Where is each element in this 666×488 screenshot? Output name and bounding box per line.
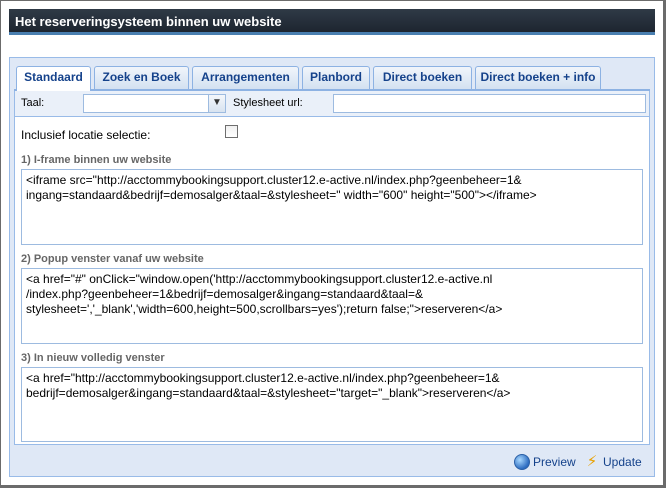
section-title-iframe: 1) I-frame binnen uw website xyxy=(21,154,172,166)
tab-planbord[interactable]: Planbord xyxy=(302,66,370,89)
tab-strip: Standaard Zoek en Boek Arrangementen Pla… xyxy=(10,58,654,91)
locatie-checkbox[interactable] xyxy=(225,125,238,138)
chevron-down-icon[interactable]: ▼ xyxy=(208,95,225,112)
section-title-popup: 2) Popup venster vanaf uw website xyxy=(21,253,204,265)
tab-zoek-en-boek[interactable]: Zoek en Boek xyxy=(94,66,189,89)
tab-content: Taal: ▼ Stylesheet url: Inclusief locati… xyxy=(14,91,650,445)
stylesheet-url-input[interactable] xyxy=(333,94,646,113)
tab-standaard[interactable]: Standaard xyxy=(16,66,91,91)
tab-direct-boeken-info[interactable]: Direct boeken + info xyxy=(475,66,601,89)
taal-select[interactable]: ▼ xyxy=(83,94,226,113)
embed-code-panel: Standaard Zoek en Boek Arrangementen Pla… xyxy=(9,57,655,477)
app-window: Het reserveringsysteem binnen uw website… xyxy=(0,0,666,488)
iframe-code-textarea[interactable]: <iframe src="http://acctommybookingsuppo… xyxy=(21,169,643,245)
settings-row: Taal: ▼ Stylesheet url: xyxy=(15,91,649,117)
tab-direct-boeken[interactable]: Direct boeken xyxy=(373,66,472,89)
panel-footer: Preview ⚡ Update xyxy=(10,448,654,476)
tab-arrangementen[interactable]: Arrangementen xyxy=(192,66,299,89)
locatie-label: Inclusief locatie selectie: xyxy=(21,128,151,142)
update-label: Update xyxy=(603,455,642,469)
popup-code-textarea[interactable]: <a href="#" onClick="window.open('http:/… xyxy=(21,268,643,344)
section-title-new-window: 3) In nieuw volledig venster xyxy=(21,352,165,364)
preview-button[interactable]: Preview xyxy=(514,453,576,472)
globe-icon xyxy=(514,453,530,470)
stylesheet-label: Stylesheet url: xyxy=(233,97,303,109)
preview-label: Preview xyxy=(533,455,576,469)
lightning-icon: ⚡ xyxy=(586,452,598,470)
taal-label: Taal: xyxy=(21,97,45,109)
update-button[interactable]: ⚡ Update xyxy=(584,452,642,472)
window-title: Het reserveringsysteem binnen uw website xyxy=(9,9,655,35)
new-window-code-textarea[interactable]: <a href="http://acctommybookingsupport.c… xyxy=(21,367,643,442)
